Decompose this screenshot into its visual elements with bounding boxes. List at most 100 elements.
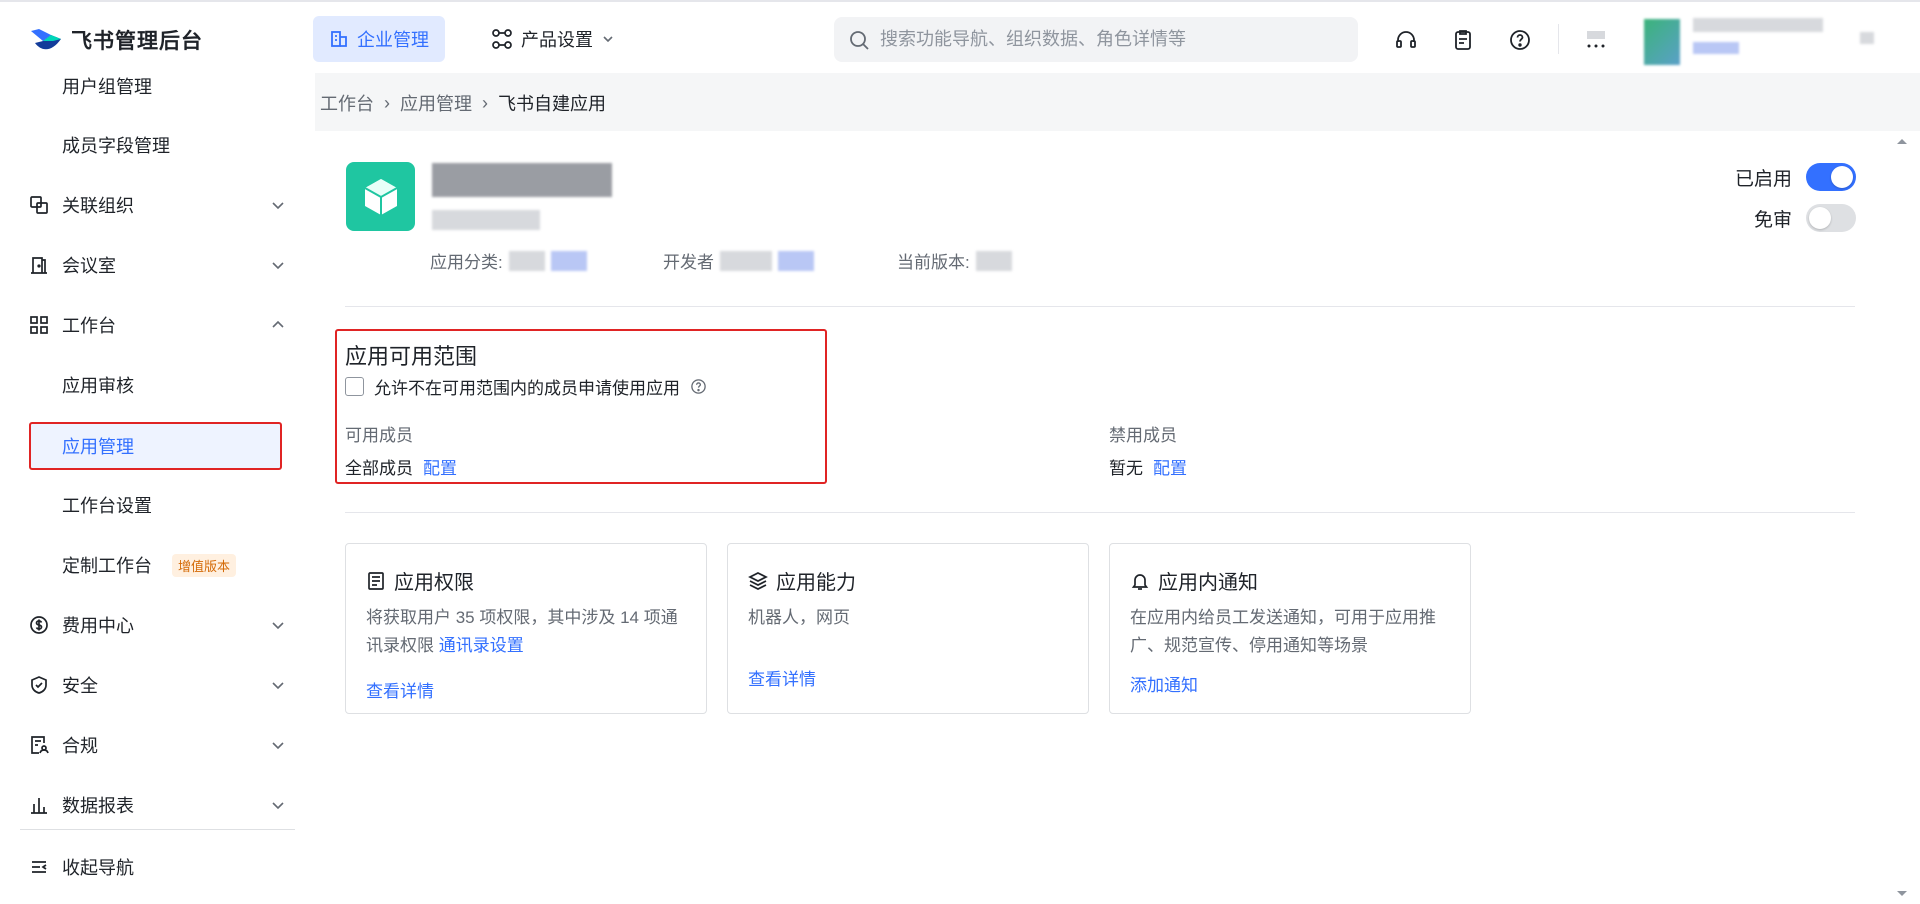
premium-badge: 增值版本 (172, 553, 237, 577)
card-app-capabilities: 应用能力 机器人，网页 查看详情 (727, 543, 1089, 714)
bell-icon (1131, 573, 1149, 590)
sidebar-item-security[interactable]: 安全 (0, 661, 315, 709)
app-category: 应用分类: (430, 248, 587, 273)
sidebar-item-meeting-rooms[interactable]: 会议室 (0, 241, 315, 289)
disabled-members-label: 禁用成员 (1109, 426, 1177, 445)
sidebar-item-label: 应用审核 (62, 376, 134, 396)
chevron-down-icon (272, 202, 284, 210)
enabled-label: 已启用 (1734, 168, 1792, 190)
chevron-down-icon (272, 802, 284, 810)
sidebar-item-label: 数据报表 (62, 796, 134, 816)
configure-available-link[interactable]: 配置 (423, 454, 457, 479)
breadcrumb-current: 飞书自建应用 (498, 94, 606, 114)
sidebar-item-label: 用户组管理 (62, 77, 152, 97)
view-details-link[interactable]: 查看详情 (748, 665, 816, 690)
sidebar-item-workplace-settings[interactable]: 工作台设置 (0, 481, 315, 529)
available-value: 全部成员 (345, 459, 413, 478)
app-desc-redacted (432, 210, 540, 230)
sidebar-item-app-review[interactable]: 应用审核 (0, 361, 315, 409)
sidebar-item-workplace[interactable]: 工作台 (0, 301, 315, 349)
allow-apply-checkbox[interactable] (345, 377, 364, 396)
sidebar-item-label: 工作台设置 (62, 496, 152, 516)
divider (345, 306, 1855, 307)
sidebar: 用户组管理 成员字段管理 关联组织 会议室 工作台 应用审核 应用管理 工作台设… (0, 73, 315, 904)
headset-icon[interactable] (1392, 26, 1420, 54)
scroll-down-icon[interactable] (1895, 889, 1909, 899)
card-title: 应用权限 (366, 566, 474, 595)
sidebar-item-label: 安全 (62, 676, 98, 696)
window-control[interactable] (1860, 32, 1874, 44)
clipboard-icon[interactable] (1449, 26, 1477, 54)
chevron-down-icon (272, 682, 284, 690)
collapse-nav-button[interactable]: 收起导航 (0, 843, 315, 891)
card-desc: 将获取用户 35 项权限，其中涉及 14 项通讯录权限 通讯录设置 (366, 604, 691, 660)
card-title-text: 应用能力 (776, 572, 856, 594)
review-label: 免审 (1753, 209, 1792, 231)
sidebar-item-reports[interactable]: 数据报表 (0, 781, 315, 829)
review-switch[interactable] (1806, 204, 1856, 232)
sidebar-item-label: 会议室 (62, 256, 116, 276)
checkbox-label: 允许不在可用范围内的成员申请使用应用 (374, 379, 680, 398)
scrollbar[interactable] (1885, 131, 1920, 904)
sidebar-item-label: 工作台 (62, 316, 116, 336)
version-value-redacted (975, 250, 1012, 271)
app-developer: 开发者 (663, 248, 814, 273)
sidebar-item-linked-orgs[interactable]: 关联组织 (0, 181, 315, 229)
review-toggle-row: 免审 (1754, 204, 1856, 232)
sidebar-item-billing[interactable]: 费用中心 (0, 601, 315, 649)
user-org-redacted (1693, 42, 1739, 54)
shield-icon (28, 674, 50, 696)
breadcrumb-separator-icon: › (384, 92, 390, 113)
scroll-up-icon[interactable] (1895, 136, 1909, 146)
developer-link-redacted[interactable] (778, 250, 814, 271)
tab-product-settings[interactable]: 产品设置 (475, 16, 631, 62)
card-desc: 在应用内给员工发送通知，可用于应用推广、规范宣传、停用通知等场景 (1130, 608, 1436, 655)
sidebar-item-custom-workplace[interactable]: 定制工作台 增值版本 (0, 541, 315, 589)
search-input[interactable] (880, 29, 1340, 50)
sidebar-item-member-fields[interactable]: 成员字段管理 (0, 121, 315, 169)
user-name-redacted (1693, 18, 1823, 32)
tab-enterprise-management[interactable]: 企业管理 (313, 16, 445, 62)
sidebar-item-app-management[interactable]: 应用管理 (29, 422, 282, 470)
brand-logo[interactable]: 飞书管理后台 (29, 25, 203, 55)
card-title-text: 应用内通知 (1158, 572, 1258, 594)
enabled-toggle-row: 已启用 (1735, 163, 1856, 191)
brand-name: 飞书管理后台 (71, 30, 203, 53)
dollar-icon (28, 614, 50, 636)
layers-icon (748, 571, 768, 590)
allow-apply-checkbox-row[interactable]: 允许不在可用范围内的成员申请使用应用 (345, 374, 707, 399)
app-name-redacted (432, 163, 612, 197)
sidebar-item-label: 成员字段管理 (62, 136, 170, 156)
card-in-app-notification: 应用内通知 在应用内给员工发送通知，可用于应用推广、规范宣传、停用通知等场景 添… (1109, 543, 1471, 714)
app-version: 当前版本: (897, 248, 1012, 273)
breadcrumb-app-management[interactable]: 应用管理 (400, 90, 472, 116)
available-members-label: 可用成员 (345, 426, 413, 445)
help-icon[interactable] (690, 378, 707, 395)
sidebar-item-user-groups[interactable]: 用户组管理 (0, 62, 315, 110)
breadcrumb-separator-icon: › (482, 92, 488, 113)
chevron-up-icon (272, 320, 284, 328)
breadcrumb-workplace[interactable]: 工作台 (320, 90, 374, 116)
category-link-redacted[interactable] (550, 250, 587, 271)
add-notification-link[interactable]: 添加通知 (1130, 671, 1198, 696)
search-icon (850, 30, 869, 50)
sidebar-item-label: 关联组织 (62, 196, 134, 216)
card-title-text: 应用权限 (394, 572, 474, 594)
main-panel (315, 131, 1885, 904)
version-label: 当前版本: (897, 253, 970, 272)
global-search[interactable] (834, 17, 1358, 62)
category-value-redacted (508, 250, 545, 271)
contacts-settings-link[interactable]: 通讯录设置 (439, 636, 524, 655)
tab-label: 企业管理 (357, 30, 429, 50)
avatar[interactable] (1644, 19, 1680, 65)
configure-disabled-link[interactable]: 配置 (1153, 454, 1187, 479)
more-icon[interactable] (1582, 26, 1610, 54)
card-app-permissions: 应用权限 将获取用户 35 项权限，其中涉及 14 项通讯录权限 通讯录设置 查… (345, 543, 707, 714)
sidebar-item-compliance[interactable]: 合规 (0, 721, 315, 769)
chevron-down-icon (272, 262, 284, 270)
enabled-switch[interactable] (1806, 163, 1856, 191)
link-org-icon (28, 194, 50, 216)
view-details-link[interactable]: 查看详情 (366, 677, 434, 702)
building-icon (331, 31, 347, 47)
help-icon[interactable] (1506, 26, 1534, 54)
